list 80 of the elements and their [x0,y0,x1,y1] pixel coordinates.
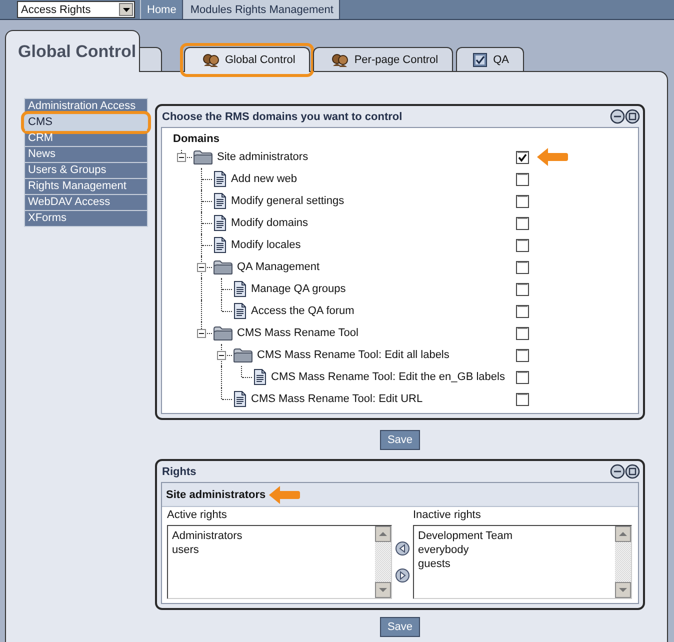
checkbox[interactable] [516,238,529,252]
panel-title: Rights [162,466,196,478]
breadcrumb-link[interactable]: Home [140,0,184,19]
people-icon [332,52,348,66]
list-box[interactable]: Administrators users [167,525,392,599]
tree-item[interactable]: Add new web [231,173,298,185]
tree-item[interactable]: Manage QA groups [251,283,346,295]
subject-title: Site administrators [166,488,266,500]
checkbox[interactable] [516,348,529,362]
document-icon [213,171,227,187]
collapse-toggle[interactable] [177,153,186,162]
save-button[interactable]: Save [380,430,420,450]
dropdown-arrow-icon [122,8,130,12]
checkbox-icon [473,52,488,66]
checkbox[interactable] [516,392,529,406]
tree-item[interactable]: Modify locales [231,239,301,251]
list-item[interactable]: Administrators [172,529,371,543]
tree-item[interactable]: CMS Mass Rename Tool [237,327,358,339]
list-item[interactable]: Development Team [418,529,611,543]
tree-item[interactable]: Modify domains [231,217,308,229]
checkbox[interactable] [516,260,529,274]
folder-icon [213,259,233,275]
checkbox[interactable] [516,282,529,296]
sidebar-item[interactable]: News [25,146,147,162]
minimize-button[interactable] [610,109,625,124]
module-dropdown[interactable]: Access Rights [17,1,135,18]
scroll-up-button[interactable] [615,526,631,542]
maximize-button[interactable] [625,464,640,479]
checkbox[interactable] [516,150,529,164]
list-box[interactable]: Development Team everybody guests [413,525,632,599]
tree-item[interactable]: CMS Mass Rename Tool: Edit URL [251,393,423,405]
tab[interactable]: QA [456,47,524,71]
folder-icon [193,149,213,165]
maximize-button[interactable] [625,109,640,124]
list-label: Active rights [167,509,228,523]
checkbox[interactable] [516,216,529,230]
tree-item[interactable]: Access the QA forum [251,305,354,317]
checkbox[interactable] [516,194,529,208]
document-icon [213,215,227,231]
folder-icon [213,325,233,341]
document-icon [253,369,267,385]
move-right-button[interactable] [395,568,410,583]
checkbox[interactable] [516,304,529,318]
breadcrumb-link[interactable]: Modules Rights Management [183,0,340,19]
sidebar-item[interactable]: Rights Management [25,178,147,194]
collapse-toggle[interactable] [197,263,206,272]
checkbox[interactable] [516,326,529,340]
sidebar-item[interactable]: CRM [25,130,147,146]
page-title: Global Control [5,30,140,72]
tree-item[interactable]: Modify general settings [231,195,344,207]
tree-item[interactable]: CMS Mass Rename Tool: Edit the en_GB labels [271,371,505,383]
folder-icon [233,347,253,363]
tree-item[interactable]: CMS Mass Rename Tool: Edit all labels [257,349,450,361]
sidebar-item[interactable]: WebDAV Access [25,194,147,210]
list-label: Inactive rights [413,509,482,523]
people-icon [203,53,219,67]
document-icon [213,193,227,209]
document-icon [233,303,247,319]
tree-item[interactable]: Site administrators [217,151,308,163]
sidebar-item[interactable]: XForms [25,210,147,226]
list-item[interactable]: users [172,543,371,557]
panel-title: Choose the RMS domains you want to control [162,110,402,122]
scrollbar[interactable] [615,526,631,598]
collapse-toggle[interactable] [217,351,226,360]
list-item[interactable]: everybody [418,543,611,557]
minimize-button[interactable] [610,464,625,479]
move-left-button[interactable] [395,541,410,556]
tab[interactable]: Per-page Control [313,47,454,71]
section-heading: Domains [173,133,220,145]
scroll-down-button[interactable] [615,582,631,598]
document-icon [233,391,247,407]
checkbox[interactable] [516,370,529,384]
tree-item[interactable]: QA Management [237,261,320,273]
checkbox[interactable] [516,172,529,186]
sidebar-item[interactable]: Users & Groups [25,162,147,178]
collapse-toggle[interactable] [197,329,206,338]
document-icon [233,281,247,297]
document-icon [213,237,227,253]
save-button[interactable]: Save [380,617,420,637]
list-item[interactable]: guests [418,557,611,571]
